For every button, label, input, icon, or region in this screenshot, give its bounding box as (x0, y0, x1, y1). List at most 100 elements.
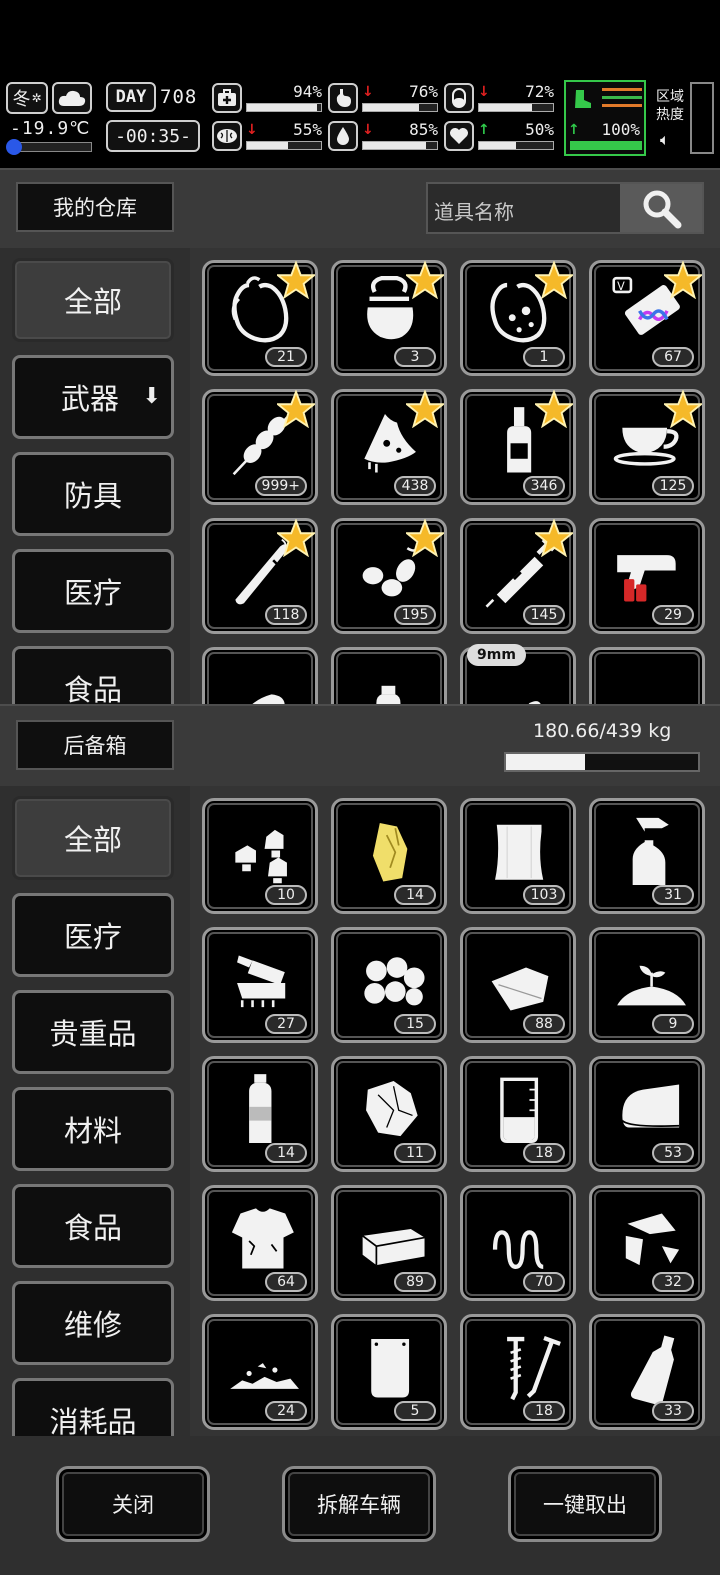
warehouse-item-slot[interactable]: 118 (202, 518, 318, 634)
warehouse-item-slot[interactable] (331, 647, 447, 704)
trunk-item-slot[interactable]: 14 (331, 798, 447, 914)
dismantle-vehicle-button[interactable]: 拆解车辆 (282, 1466, 436, 1542)
favorite-star-icon (406, 390, 444, 428)
health-bar-fill (247, 104, 317, 111)
mood-trend-up-icon: ↑ (478, 122, 490, 138)
clock-readout: -00:35- (115, 125, 191, 147)
day-badge: DAY (106, 82, 156, 112)
favorite-star-icon (664, 261, 702, 299)
warehouse-item-slot[interactable]: 29 (589, 518, 705, 634)
thirst-stat: ↓ 85% (328, 120, 438, 154)
trunk-item-slot[interactable]: 18 (460, 1056, 576, 1172)
trunk-item-slot[interactable]: 9 (589, 927, 705, 1043)
trunk-category-label: 维修 (63, 1308, 122, 1342)
trunk-item-slot[interactable]: 103 (460, 798, 576, 914)
trunk-item-slot[interactable]: 53 (589, 1056, 705, 1172)
day-number: 708 (160, 86, 198, 108)
warehouse-item-slot[interactable]: 195 (331, 518, 447, 634)
trunk-item-slot[interactable]: 64 (202, 1185, 318, 1301)
warehouse-category-tab[interactable]: 食品 (12, 646, 174, 704)
warehouse-category-tab[interactable]: 全部 (12, 258, 174, 342)
energy-bar-fill (479, 104, 533, 111)
trunk-item-slot[interactable]: 31 (589, 798, 705, 914)
stamina-panel: ↑ 100% (564, 80, 646, 156)
warehouse-item-slot[interactable]: V 67 (589, 260, 705, 376)
trunk-category-tab[interactable]: 医疗 (12, 893, 174, 977)
energy-value: 72% (525, 82, 554, 101)
thermometer-bulb-icon (6, 139, 22, 155)
trunk-category-tab[interactable]: 材料 (12, 1087, 174, 1171)
warehouse-item-slot[interactable]: 999+ (202, 389, 318, 505)
trunk-category-label: 材料 (63, 1114, 122, 1148)
water-drop-icon (328, 121, 358, 151)
warehouse-item-slot[interactable] (589, 647, 705, 704)
warehouse-category-sidebar: 全部武器 ⬇ 防具医疗食品 (0, 248, 190, 704)
thirst-value: 85% (409, 120, 438, 139)
trunk-category-label: 医疗 (63, 920, 122, 954)
warehouse-item-slot[interactable]: 145 (460, 518, 576, 634)
warehouse-item-slot[interactable] (202, 647, 318, 704)
warehouse-category-tab[interactable]: 武器 ⬇ (12, 355, 174, 439)
trunk-item-slot[interactable]: 24 (202, 1314, 318, 1430)
trunk-item-slot[interactable]: 10 (202, 798, 318, 914)
warehouse-item-slot[interactable]: 125 (589, 389, 705, 505)
stamina-trend-up-icon: ↑ (568, 122, 580, 138)
trunk-item-slot[interactable]: 27 (202, 927, 318, 1043)
health-stat: 94% (212, 82, 322, 116)
search-input[interactable]: 道具名称 (434, 196, 514, 225)
take-all-button[interactable]: 一键取出 (508, 1466, 662, 1542)
trunk-item-slot[interactable]: 89 (331, 1185, 447, 1301)
trunk-item-slot[interactable]: 14 (202, 1056, 318, 1172)
trunk-item-slot[interactable]: 11 (331, 1056, 447, 1172)
speaker-icon[interactable]: 🔈︎ (660, 130, 670, 150)
health-value: 94% (293, 82, 322, 101)
item-count-badge: 21 (265, 347, 307, 367)
pill-icon (444, 83, 474, 113)
trunk-item-slot[interactable]: 18 (460, 1314, 576, 1430)
item-count-badge: 3 (394, 347, 436, 367)
game-clock: -00:35- (106, 120, 200, 152)
item-count-badge: 14 (394, 885, 436, 905)
trunk-item-slot[interactable]: 15 (331, 927, 447, 1043)
item-count-badge: 118 (265, 605, 307, 625)
day-label: DAY (115, 87, 147, 107)
search-button[interactable] (620, 184, 702, 232)
warehouse-item-slot[interactable]: 438 (331, 389, 447, 505)
trunk-item-slot[interactable]: 70 (460, 1185, 576, 1301)
mood-stat: ↑ 50% (444, 120, 554, 154)
trunk-category-tab[interactable]: 贵重品 (12, 990, 174, 1074)
trunk-category-tab[interactable]: 全部 (12, 796, 174, 880)
trunk-category-tab[interactable]: 食品 (12, 1184, 174, 1268)
trunk-item-slot[interactable]: 88 (460, 927, 576, 1043)
warehouse-item-grid: 21 3 1 V 67 999+ 438 346 125 118 195 145 29 9mm (190, 248, 720, 704)
warehouse-category-tab[interactable]: 医疗 (12, 549, 174, 633)
favorite-star-icon (406, 261, 444, 299)
favorite-star-icon (535, 390, 573, 428)
trunk-category-tab[interactable]: 维修 (12, 1281, 174, 1365)
item-count-badge: 89 (394, 1272, 436, 1292)
warehouse-item-slot[interactable]: 9mm (460, 644, 576, 704)
close-button[interactable]: 关闭 (56, 1466, 210, 1542)
heart-icon (444, 121, 474, 151)
item-count-badge: 10 (265, 885, 307, 905)
warehouse-item-slot[interactable]: 346 (460, 389, 576, 505)
item-search-box[interactable]: 道具名称 (426, 182, 704, 234)
trunk-category-tab[interactable]: 消耗品 (12, 1378, 174, 1436)
warehouse-item-slot[interactable]: 3 (331, 260, 447, 376)
dismantle-vehicle-label: 拆解车辆 (317, 1493, 401, 1517)
warehouse-item-slot[interactable]: 1 (460, 260, 576, 376)
water-bottle-icon (376, 685, 401, 704)
trunk-item-slot[interactable]: 33 (589, 1314, 705, 1430)
trunk-title: 后备箱 (16, 720, 174, 770)
trunk-title-label: 后备箱 (63, 734, 127, 758)
warehouse-category-tab[interactable]: 防具 (12, 452, 174, 536)
bread-icon (252, 694, 285, 704)
thirst-bar (362, 141, 438, 150)
stamina-value: 100% (601, 120, 640, 139)
side-gauge (690, 82, 714, 154)
thirst-bar-fill (363, 142, 426, 149)
trunk-item-slot[interactable]: 32 (589, 1185, 705, 1301)
trunk-item-slot[interactable]: 5 (331, 1314, 447, 1430)
item-count-badge: 33 (652, 1401, 694, 1421)
warehouse-item-slot[interactable]: 21 (202, 260, 318, 376)
